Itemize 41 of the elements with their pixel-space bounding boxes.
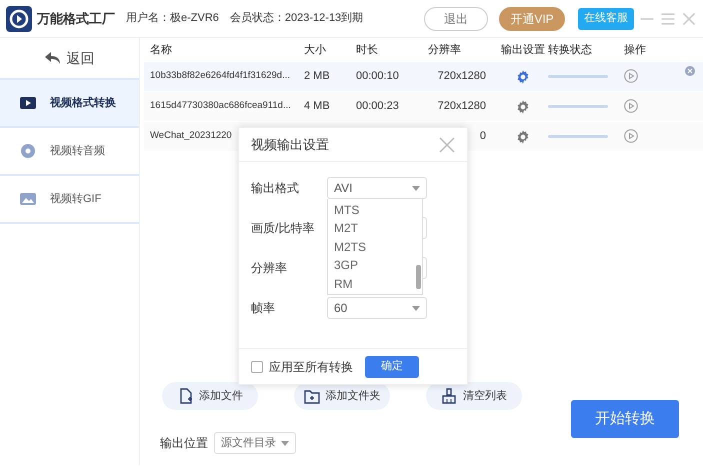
username-text: 用户名：极e-ZVR6 bbox=[126, 10, 219, 26]
membership-text: 会员状态：2023-12-13到期 bbox=[230, 10, 364, 26]
table-cell: 720x1280 bbox=[438, 70, 486, 82]
column-header: 时长 bbox=[356, 42, 378, 58]
select-field[interactable]: AVI bbox=[327, 177, 427, 199]
field-label: 帧率 bbox=[251, 300, 276, 317]
output-location-label: 输出位置 bbox=[160, 435, 208, 452]
column-header: 名称 bbox=[150, 42, 172, 58]
column-header: 操作 bbox=[624, 42, 646, 58]
action-button[interactable]: 添加文件 bbox=[162, 382, 258, 410]
column-header: 转换状态 bbox=[548, 42, 592, 58]
dialog-title: 视频输出设置 bbox=[251, 136, 329, 154]
column-header: 输出设置 bbox=[501, 42, 545, 58]
table-cell: 10b33b8f82e6264fd4f1f31629d... bbox=[150, 70, 290, 82]
dropdown-option[interactable]: RM bbox=[334, 274, 416, 293]
column-header: 分辨率 bbox=[428, 42, 461, 58]
output-location-select[interactable]: 源文件目录 bbox=[214, 432, 296, 454]
table-cell: 4 MB bbox=[304, 100, 330, 112]
dropdown-option[interactable]: MTS bbox=[334, 201, 416, 220]
dropdown-option[interactable]: M2T bbox=[334, 219, 416, 238]
table-cell: 1615d47730380ac686fcea911d... bbox=[150, 100, 291, 112]
action-button[interactable]: 清空列表 bbox=[426, 382, 522, 410]
column-header: 大小 bbox=[304, 42, 326, 58]
app-title: 万能格式工厂 bbox=[37, 10, 115, 28]
field-label: 画质/比特率 bbox=[251, 220, 316, 237]
table-cell: 2 MB bbox=[304, 70, 330, 82]
table-cell: 00:00:23 bbox=[356, 100, 399, 112]
ok-button[interactable]: 确定 bbox=[365, 356, 419, 378]
dropdown-option[interactable]: M2TS bbox=[334, 238, 416, 256]
table-cell: 00:00:10 bbox=[356, 70, 399, 82]
logout-button[interactable]: 退出 bbox=[424, 6, 488, 30]
table-cell: WeChat_20231220 bbox=[150, 130, 232, 142]
table-cell: 0 bbox=[480, 130, 486, 142]
start-button[interactable]: 开始转换 bbox=[571, 400, 679, 438]
table-cell: 720x1280 bbox=[438, 100, 486, 112]
dropdown-option[interactable]: 3GP bbox=[334, 256, 416, 275]
checkbox-label: 应用至所有转换 bbox=[269, 358, 353, 376]
select-field[interactable]: 60 bbox=[327, 297, 427, 319]
field-label: 分辨率 bbox=[251, 260, 288, 277]
field-label: 输出格式 bbox=[251, 180, 300, 197]
sidebar-item[interactable]: 视频格式转换 bbox=[0, 80, 139, 128]
